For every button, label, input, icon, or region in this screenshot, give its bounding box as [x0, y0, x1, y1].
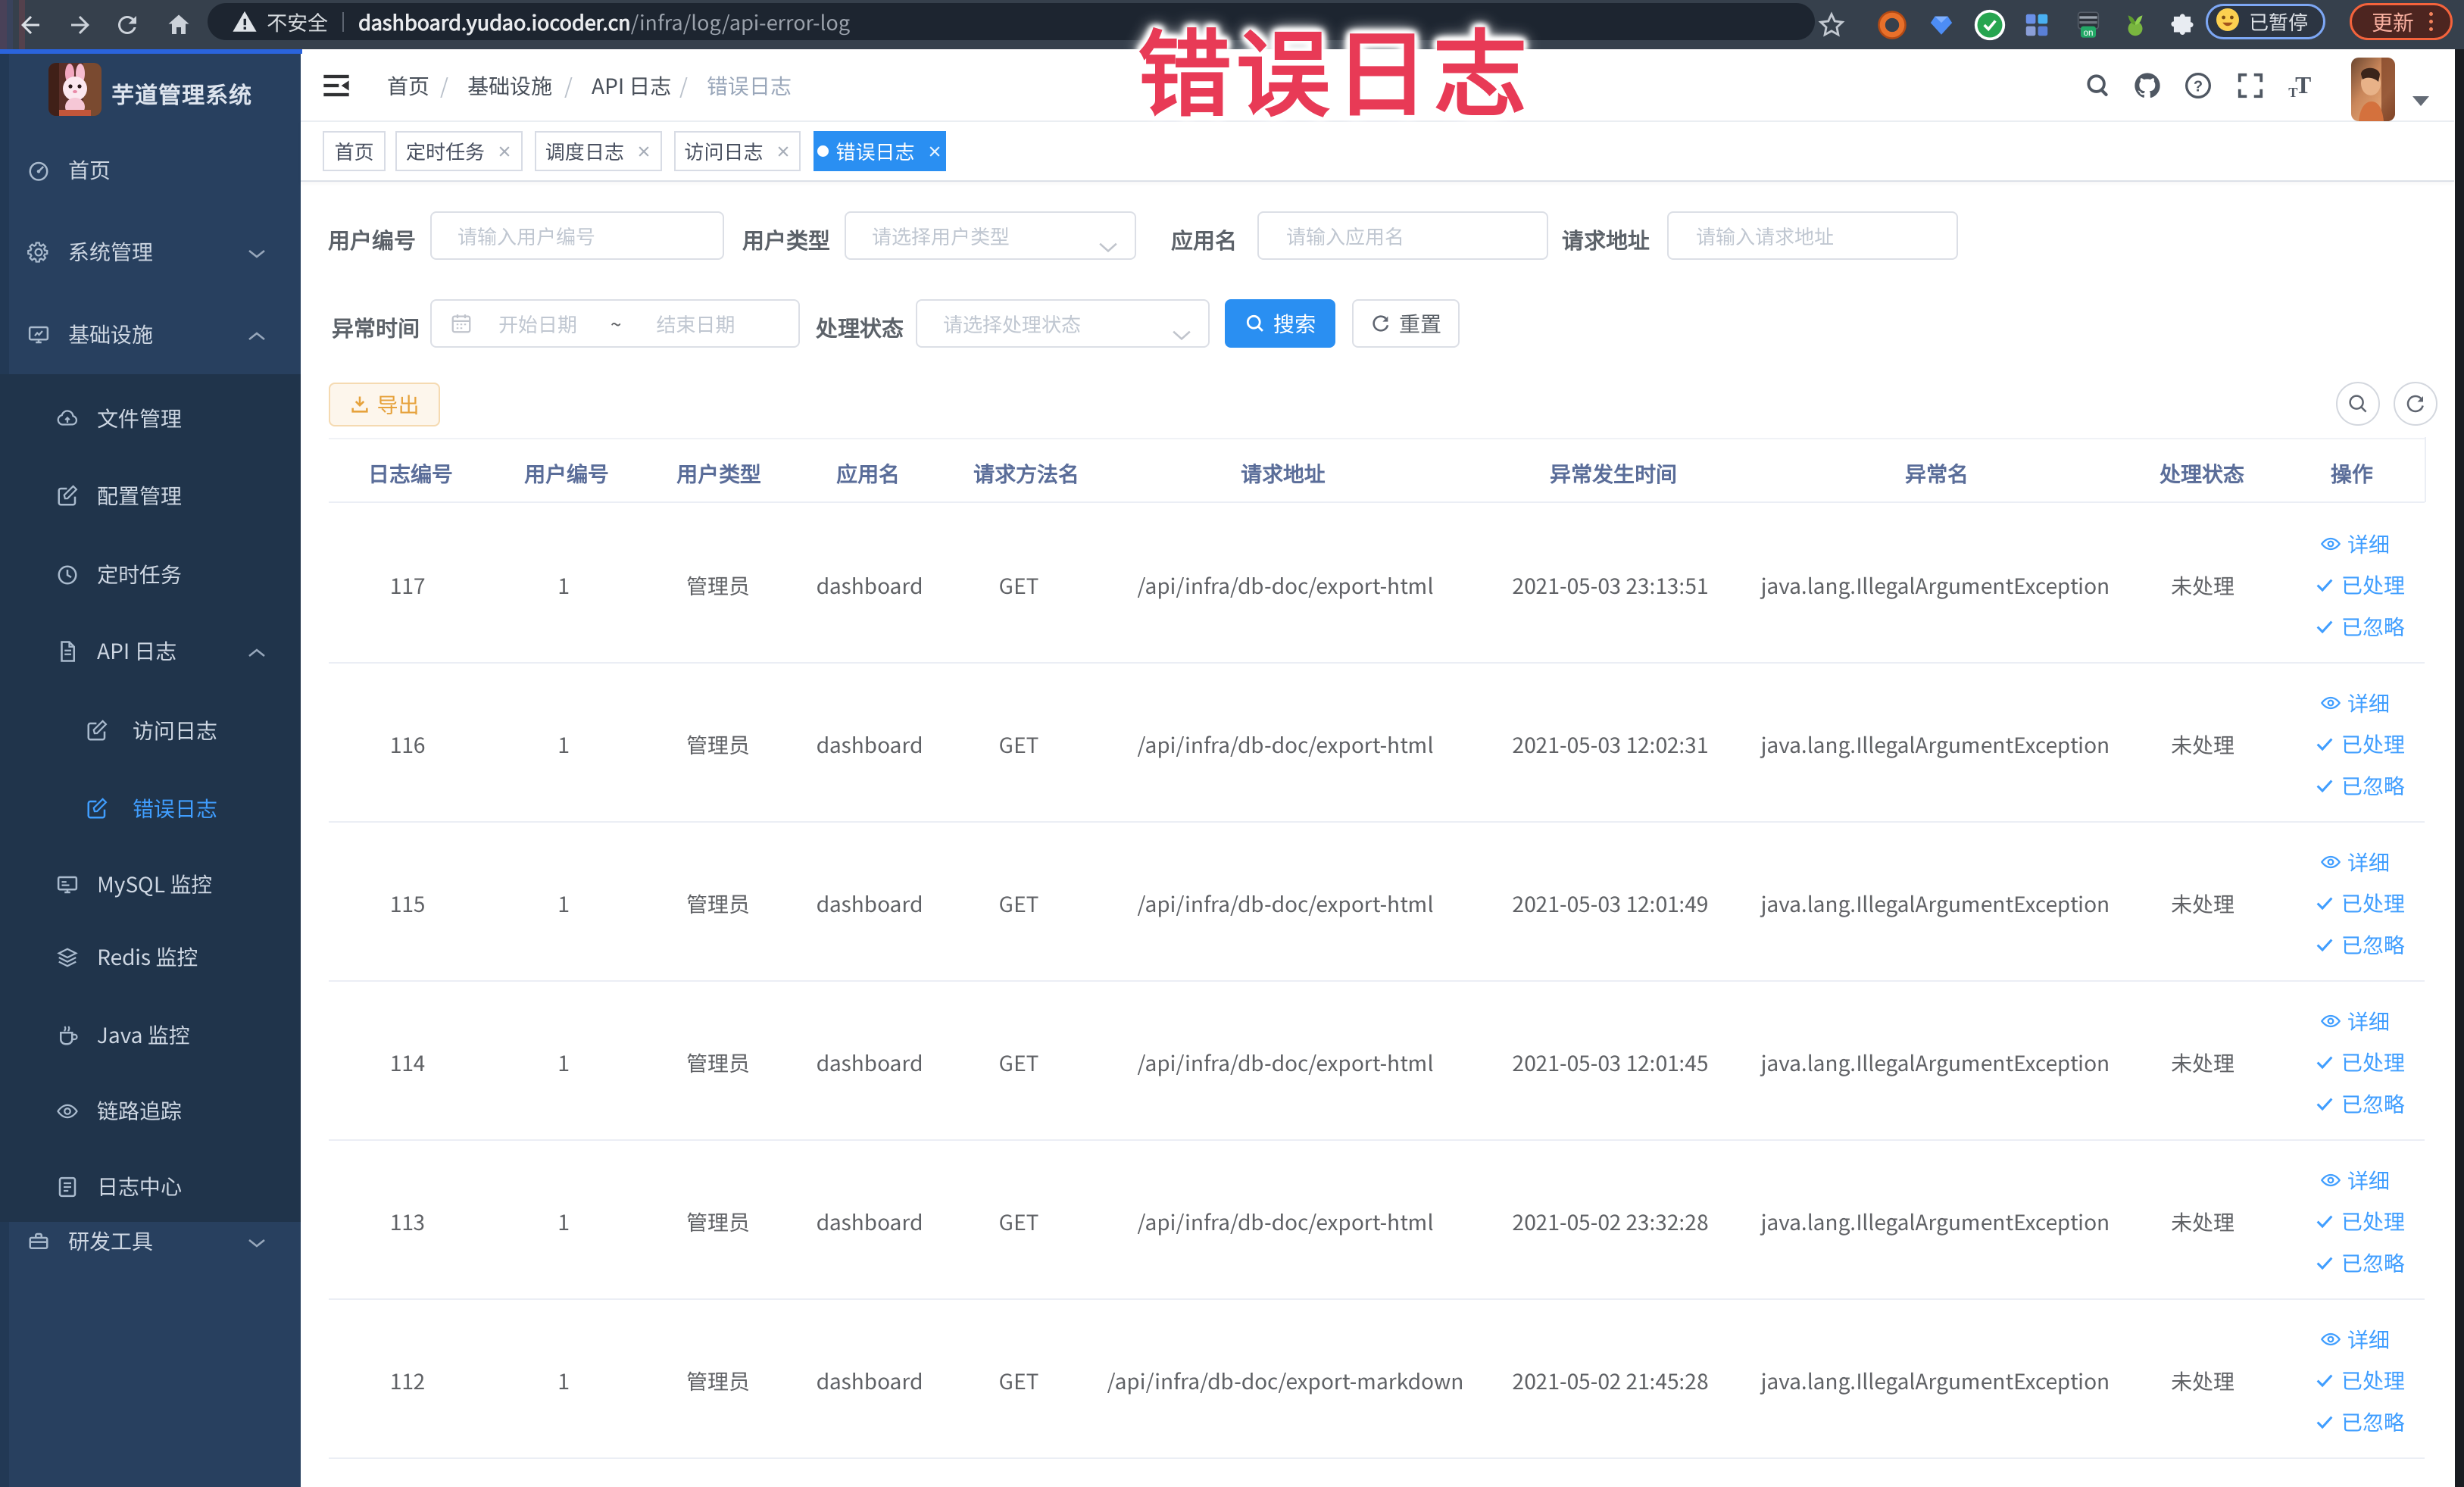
svg-text:?: ?: [2194, 78, 2203, 95]
svg-text:on: on: [2084, 28, 2094, 38]
svg-text:T: T: [2288, 85, 2297, 100]
